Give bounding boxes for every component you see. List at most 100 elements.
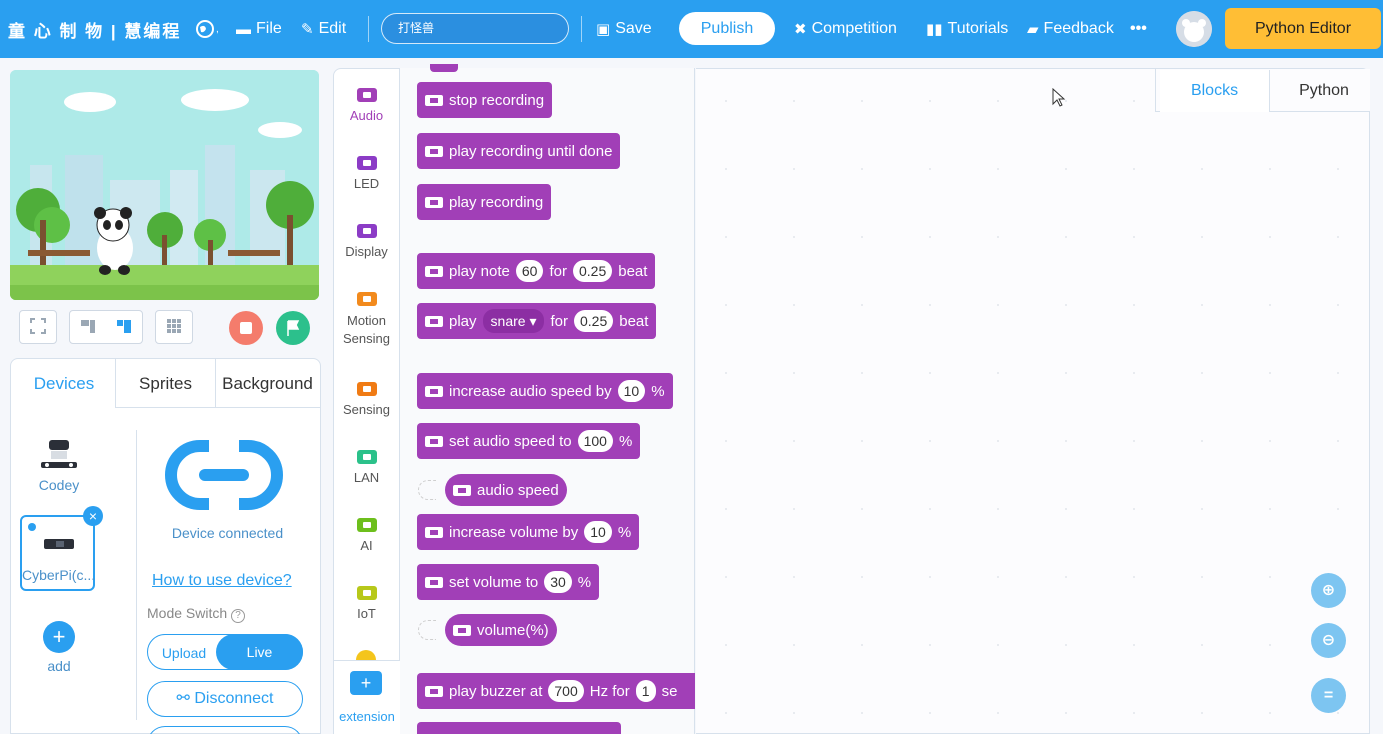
zoom-out-button[interactable]: ⊖ [1311,623,1346,658]
cyberpi-block-icon [453,624,471,636]
cyberpi-block-icon [425,685,443,697]
large-stage-icon[interactable] [116,318,132,337]
block-play-buzzer[interactable]: play buzzer at 700 Hz for 1 se [417,673,695,709]
led-icon [356,156,377,170]
extension-label: extension [339,709,395,724]
zoom-reset-button[interactable]: = [1311,678,1346,713]
wrench-icon: ✎ [301,21,314,38]
category-sensing[interactable]: Sensing [333,382,400,418]
block-play-recording[interactable]: play recording [417,184,552,220]
stop-icon [240,322,252,334]
python-editor-button[interactable]: Python Editor [1225,8,1381,49]
cyberpi-block-icon [425,265,443,277]
tab-background[interactable]: Background [215,358,320,408]
script-canvas[interactable] [696,68,1370,734]
link-icon [165,440,283,513]
category-motion-sensing[interactable]: Motion Sensing [333,292,400,348]
green-flag-button[interactable] [276,311,310,345]
stop-button[interactable] [229,311,263,345]
folder-icon: ▬ [236,20,251,38]
tab-blocks[interactable]: Blocks [1160,70,1270,112]
category-audio[interactable]: Audio [333,88,400,124]
volume-input[interactable]: 10 [584,521,612,543]
duration-input[interactable]: 1 [635,680,656,702]
mode-switch-label: Mode Switch ? [147,605,246,623]
category-display[interactable]: Display [333,224,400,260]
block-play-recording-until-done[interactable]: play recording until done [417,133,621,169]
block-increase-audio-speed[interactable]: increase audio speed by 10% [417,373,673,409]
speed-input[interactable]: 10 [617,380,646,402]
stage-canvas[interactable] [10,70,319,300]
grid-icon [166,318,182,337]
book-icon: ▮▮ [926,21,943,38]
globe-icon[interactable]: , [196,0,219,58]
cropped-block[interactable] [417,722,621,734]
project-name-input[interactable]: 打怪兽 [381,13,569,44]
mode-upload[interactable]: Upload [148,635,220,669]
tab-devices[interactable]: Devices [12,358,116,408]
tutorials-link[interactable]: ▮▮ Tutorials [926,0,1008,58]
file-menu[interactable]: ▬ File [236,0,282,58]
zoom-in-icon: ⊕ [1321,582,1336,599]
note-input[interactable]: 60 [515,260,544,282]
remove-device-icon[interactable]: × [83,506,103,526]
checkbox-placeholder[interactable] [418,620,436,640]
fullscreen-button[interactable] [19,310,57,344]
reset-zoom-icon: = [1323,687,1334,704]
codey-icon [41,440,77,468]
disconnect-button[interactable]: ⚯ Disconnect [147,681,303,717]
extension-button[interactable]: + [350,671,382,695]
user-avatar[interactable] [1176,11,1212,47]
feedback-link[interactable]: ▰ Feedback [1027,0,1114,58]
cyberpi-block-icon [425,385,443,397]
cyberpi-block-icon [425,526,443,538]
checkbox-placeholder[interactable] [418,480,436,500]
drum-dropdown[interactable]: snare ▾ [482,309,545,333]
block-increase-volume[interactable]: increase volume by 10% [417,514,640,550]
unlink-icon: ⚯ [176,690,195,707]
block-set-audio-speed[interactable]: set audio speed to 100% [417,423,641,459]
category-led[interactable]: LED [333,156,400,192]
tab-sprites[interactable]: Sprites [116,358,215,408]
cropped-block[interactable] [430,64,458,72]
block-volume[interactable]: volume(%) [445,614,557,646]
mode-switch[interactable]: Upload Live [147,634,303,670]
category-ai[interactable]: AI [333,518,400,554]
sensing-icon [356,382,377,396]
partial-button[interactable] [147,726,303,734]
how-to-use-link[interactable]: How to use device? [152,572,292,590]
cyberpi-block-icon [425,576,443,588]
zoom-in-button[interactable]: ⊕ [1311,573,1346,608]
edit-menu[interactable]: ✎ Edit [301,0,346,58]
flag-icon [287,320,300,336]
cyberpi-block-icon [425,435,443,447]
save-button[interactable]: ▣ Save [596,0,652,58]
more-menu[interactable]: ••• [1130,0,1147,58]
tab-python[interactable]: Python [1280,70,1368,112]
help-icon: ? [231,609,246,623]
block-play-note[interactable]: play note 60 for 0.25 beat [417,253,656,289]
codey-device[interactable] [37,438,81,474]
cyberpi-device[interactable]: CyberPi(c... [20,515,95,591]
layout-toggle[interactable] [69,310,143,344]
save-icon: ▣ [596,21,611,38]
block-set-volume[interactable]: set volume to 30% [417,564,600,600]
brand-logo: 童 心 制 物 | 慧编程 [8,21,182,41]
add-device-button[interactable]: + [43,621,75,653]
competition-link[interactable]: ✖ Competition [794,0,897,58]
block-audio-speed[interactable]: audio speed [445,474,567,506]
frequency-input[interactable]: 700 [548,680,584,702]
mode-live[interactable]: Live [216,634,303,670]
beat-input[interactable]: 0.25 [572,260,613,282]
block-stop-recording[interactable]: stop recording [417,82,553,118]
speed-input[interactable]: 100 [577,430,613,452]
small-stage-icon[interactable] [80,318,96,337]
publish-button[interactable]: Publish [679,12,775,45]
beat-input[interactable]: 0.25 [574,310,614,332]
grid-button[interactable] [155,310,193,344]
block-play-drum[interactable]: play snare ▾ for 0.25 beat [417,303,657,339]
category-lan[interactable]: LAN [333,450,400,486]
volume-input[interactable]: 30 [544,571,572,593]
category-iot[interactable]: IoT [333,586,400,622]
divider [581,16,582,42]
